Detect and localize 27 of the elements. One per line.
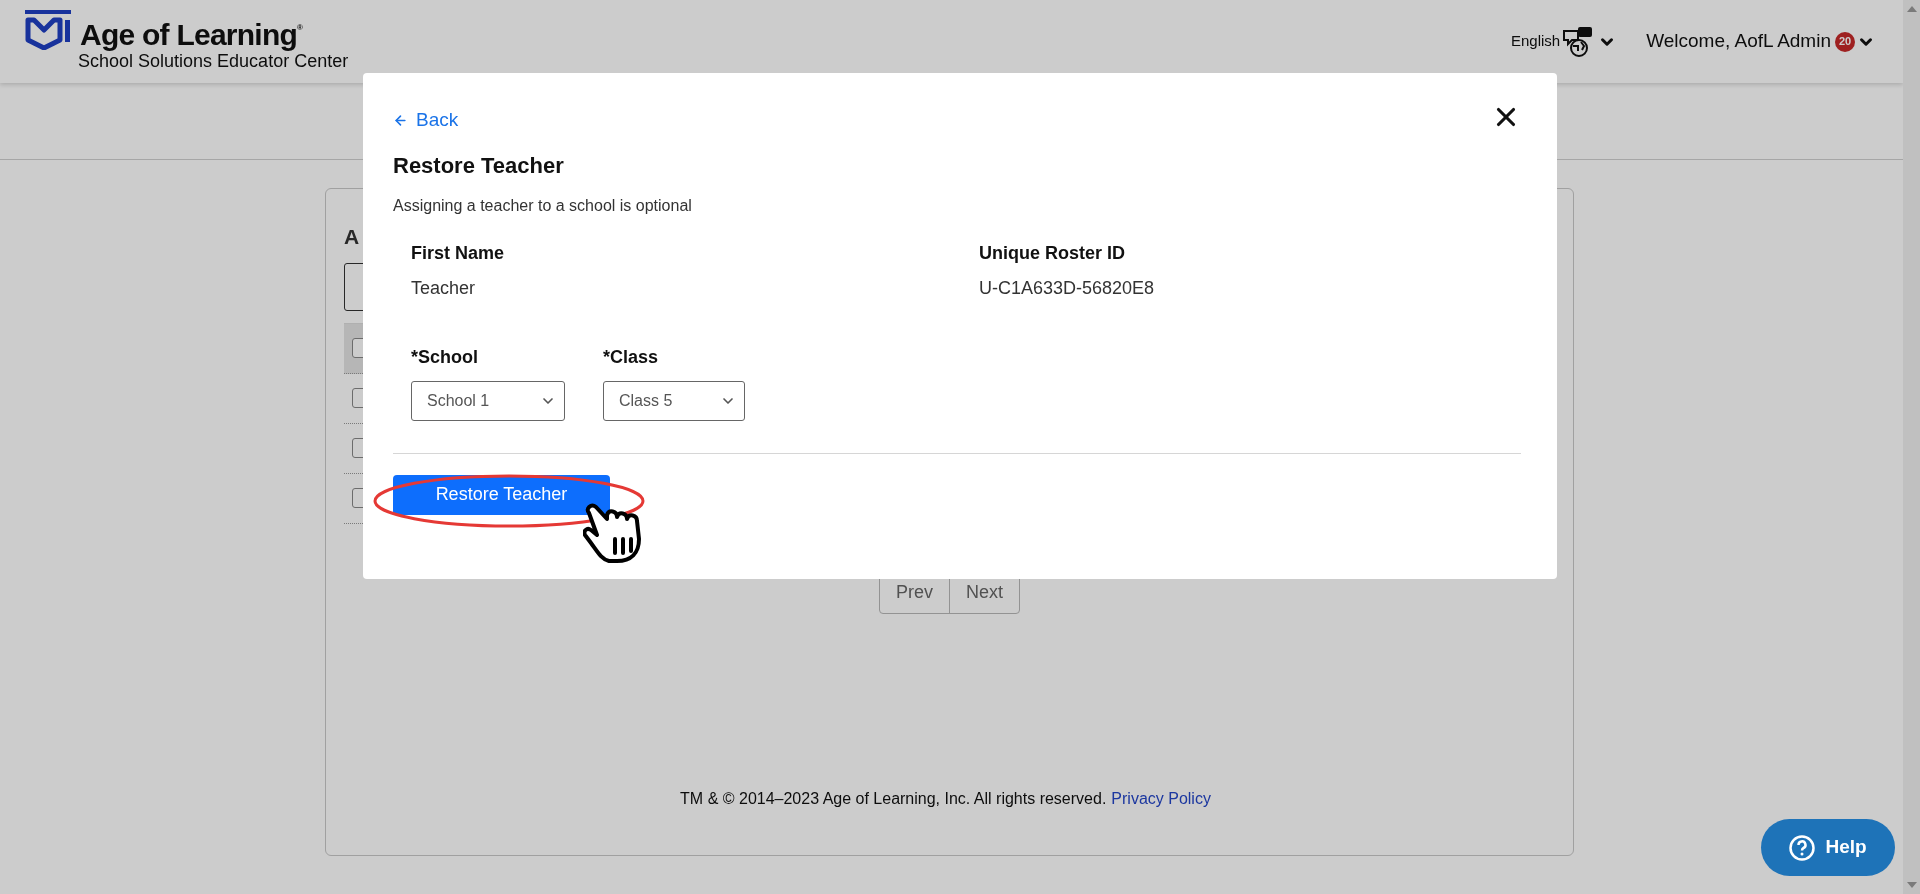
select-dropdown[interactable]: Class 5 [603,380,745,421]
help-button[interactable]: Help [1761,819,1895,876]
brand-subtitle: School Solutions Educator Center [78,51,349,73]
dialog-subtitle: Assigning a teacher to a school is optional [393,195,693,216]
copyright-text: TM & © 2014–2023 Age of Learning, Inc. All rights reserved. [680,789,1107,809]
brand-name: Age of Learning$^{®}$ [80,20,303,51]
card-title: A [344,224,360,250]
field-label: First Name [411,241,506,265]
scroll-up-icon [1906,6,1917,12]
book-logo-icon [24,10,72,51]
restore-teacher-button[interactable]: Restore Teacher [393,474,610,515]
registered-mark: ® [297,23,303,33]
notification-badge: 20 [1835,31,1855,52]
field-value: Teacher [411,276,477,300]
pagination-button[interactable]: Prev [880,572,949,613]
user-menu[interactable]: Welcome, AofL Admin 20 [1646,27,1875,56]
scroll-down-icon [1906,882,1917,888]
select-label: *Class [603,345,660,369]
privacy-policy-link[interactable]: Privacy Policy [1111,787,1211,811]
select-dropdown[interactable]: School 1 [411,380,565,421]
help-icon [1789,834,1816,861]
field-value: U-C1A633D-56820E8 [979,276,1156,300]
language-menu[interactable]: English [1510,24,1617,59]
dialog-title: Restore Teacher [393,151,565,180]
select-label: *School [411,345,479,369]
field-label: Unique Roster ID [979,241,1126,265]
back-link[interactable]: Back [393,106,459,135]
